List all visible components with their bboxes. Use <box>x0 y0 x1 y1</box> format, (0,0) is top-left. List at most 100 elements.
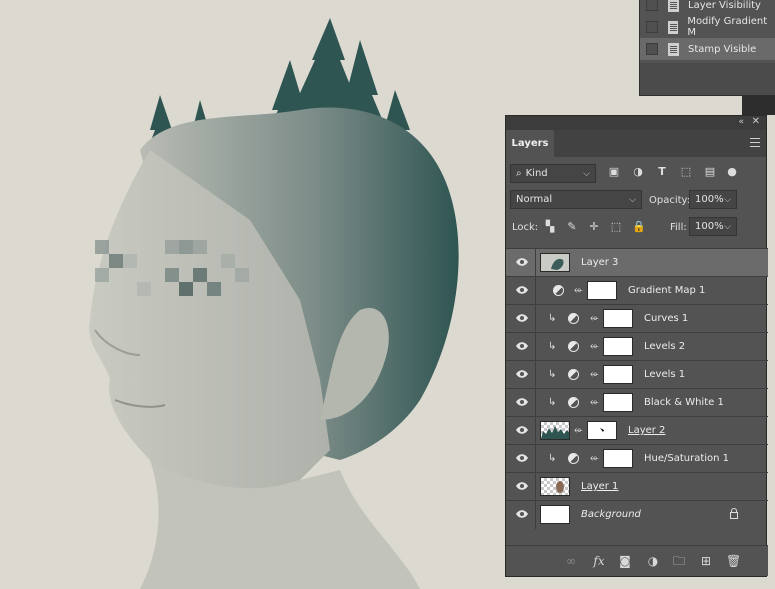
lock-artboard-icon[interactable]: ⬚ <box>610 221 622 233</box>
action-item[interactable]: Modify Gradient M <box>640 16 775 38</box>
link-icon[interactable]: ⬰ <box>590 311 599 325</box>
action-item[interactable]: Layer Visibility <box>640 0 775 16</box>
adjustment-icon <box>568 397 579 408</box>
layer-name: Gradient Map 1 <box>628 285 706 296</box>
action-label: Layer Visibility <box>688 0 761 11</box>
layer-name: Background <box>581 509 641 520</box>
filter-smart-object-icon[interactable]: ▤ <box>704 166 716 178</box>
opacity-label: Opacity: <box>649 195 691 206</box>
link-icon[interactable]: ⬰ <box>574 283 583 297</box>
layer-mask-thumbnail[interactable] <box>587 281 617 300</box>
lock-position-icon[interactable]: ✛ <box>588 221 600 233</box>
layer-name: Curves 1 <box>644 313 689 324</box>
layer-row[interactable]: Background <box>506 500 768 529</box>
layer-mask-thumbnail[interactable] <box>603 449 633 468</box>
eye-icon[interactable] <box>516 370 528 378</box>
adjustment-icon <box>568 453 579 464</box>
blend-mode-dropdown[interactable]: Normal ⌵ <box>510 190 642 209</box>
toggle-checkbox[interactable] <box>646 43 658 55</box>
eye-icon[interactable] <box>516 342 528 350</box>
link-icon[interactable]: ⬰ <box>590 367 599 381</box>
layer-list: Layer 3 ⬰ Gradient Map 1 ↳ ⬰ Curves 1 ↳ <box>506 248 768 529</box>
panel-menu-icon[interactable] <box>750 138 760 147</box>
lock-pixels-icon[interactable]: ✎ <box>566 221 578 233</box>
layer-name: Levels 1 <box>644 369 686 380</box>
filter-type-icon[interactable]: T <box>656 166 668 178</box>
opacity-value: 100% <box>695 194 724 205</box>
toggle-checkbox[interactable] <box>646 0 658 11</box>
eye-icon[interactable] <box>516 510 528 518</box>
action-item[interactable]: Stamp Visible <box>640 38 775 60</box>
eye-icon[interactable] <box>516 454 528 462</box>
adjustment-icon <box>568 313 579 324</box>
blend-mode-value: Normal <box>516 194 553 205</box>
adjustment-layer-icon[interactable]: ◑ <box>646 554 660 568</box>
link-layers-icon[interactable]: ∞ <box>564 554 578 568</box>
layers-panel-footer: ∞ fx ◙ ◑ 🗀 ⊞ 🗑 <box>506 545 768 576</box>
filter-row: ⌕ Kind ⌵ ▣ ◑ T ⬚ ▤ ● <box>506 157 766 185</box>
layer-name: Layer 2 <box>628 425 666 436</box>
eye-icon[interactable] <box>516 482 528 490</box>
layer-mask-thumbnail[interactable] <box>603 337 633 356</box>
new-layer-icon[interactable]: ⊞ <box>699 554 713 568</box>
close-icon[interactable]: ✕ <box>752 116 760 127</box>
layer-mask-thumbnail[interactable] <box>603 365 633 384</box>
fill-label: Fill: <box>670 222 687 233</box>
layer-row[interactable]: ↳ ⬰ Levels 1 <box>506 360 768 389</box>
layers-panel: « ✕ Layers ⌕ Kind ⌵ ▣ ◑ T ⬚ ▤ ● Normal ⌵… <box>505 115 768 577</box>
action-label: Stamp Visible <box>688 43 757 55</box>
layer-row[interactable]: ⬰ Layer 2 <box>506 416 768 445</box>
link-icon[interactable]: ⬰ <box>590 395 599 409</box>
layer-row[interactable]: ↳ ⬰ Levels 2 <box>506 332 768 361</box>
filter-toggle-icon[interactable]: ● <box>726 166 738 178</box>
chevron-down-icon: ⌵ <box>583 169 590 179</box>
collapse-icon[interactable]: « <box>738 117 744 127</box>
layer-row[interactable]: ⬰ Gradient Map 1 <box>506 276 768 305</box>
clipping-arrow-icon: ↳ <box>548 397 557 408</box>
layer-row[interactable]: Layer 1 <box>506 472 768 501</box>
layer-thumbnail <box>540 253 570 272</box>
layer-mask-thumbnail[interactable] <box>603 309 633 328</box>
chevron-down-icon: ⌵ <box>629 195 636 205</box>
mask-icon[interactable]: ◙ <box>618 554 632 568</box>
eye-icon[interactable] <box>516 258 528 266</box>
action-icon <box>667 20 679 34</box>
lock-row: Lock: ▚ ✎ ✛ ⬚ 🔒 Fill: 100% ⌵ <box>506 213 766 241</box>
trash-icon[interactable]: 🗑 <box>726 554 741 568</box>
action-icon <box>668 42 679 56</box>
link-icon[interactable]: ⬰ <box>590 339 599 353</box>
layer-row[interactable]: ↳ ⬰ Hue/Saturation 1 <box>506 444 768 473</box>
adjustment-icon <box>568 341 579 352</box>
opacity-field[interactable]: 100% ⌵ <box>689 190 737 209</box>
filter-adjustment-icon[interactable]: ◑ <box>632 166 644 178</box>
layer-name: Layer 3 <box>581 257 619 268</box>
panel-tab-row: Layers <box>506 130 766 157</box>
layer-row[interactable]: Layer 3 <box>506 248 768 277</box>
lock-transparency-icon[interactable]: ▚ <box>544 221 556 233</box>
toggle-checkbox[interactable] <box>646 21 658 33</box>
filter-shape-icon[interactable]: ⬚ <box>680 166 692 178</box>
eye-icon[interactable] <box>516 398 528 406</box>
fx-icon[interactable]: fx <box>592 554 606 568</box>
chevron-down-icon: ⌵ <box>724 195 731 205</box>
layer-mask-thumbnail[interactable] <box>603 393 633 412</box>
eye-icon[interactable] <box>516 314 528 322</box>
tab-layers[interactable]: Layers <box>506 130 554 157</box>
link-icon[interactable]: ⬰ <box>590 451 599 465</box>
action-icon <box>668 0 679 12</box>
filter-kind-dropdown[interactable]: ⌕ Kind ⌵ <box>510 164 596 183</box>
layer-mask-thumbnail[interactable] <box>587 421 617 440</box>
eye-icon[interactable] <box>516 426 528 434</box>
lock-icon <box>730 508 738 519</box>
layer-row[interactable]: ↳ ⬰ Black & White 1 <box>506 388 768 417</box>
clipping-arrow-icon: ↳ <box>548 453 557 464</box>
layer-thumbnail <box>540 505 570 524</box>
link-icon[interactable]: ⬰ <box>574 423 583 437</box>
fill-field[interactable]: 100% ⌵ <box>689 217 737 236</box>
folder-icon[interactable]: 🗀 <box>672 554 686 568</box>
fill-value: 100% <box>695 221 724 232</box>
layer-row[interactable]: ↳ ⬰ Curves 1 <box>506 304 768 333</box>
eye-icon[interactable] <box>516 286 528 294</box>
lock-all-icon[interactable]: 🔒 <box>632 221 646 233</box>
filter-pixel-icon[interactable]: ▣ <box>608 166 620 178</box>
